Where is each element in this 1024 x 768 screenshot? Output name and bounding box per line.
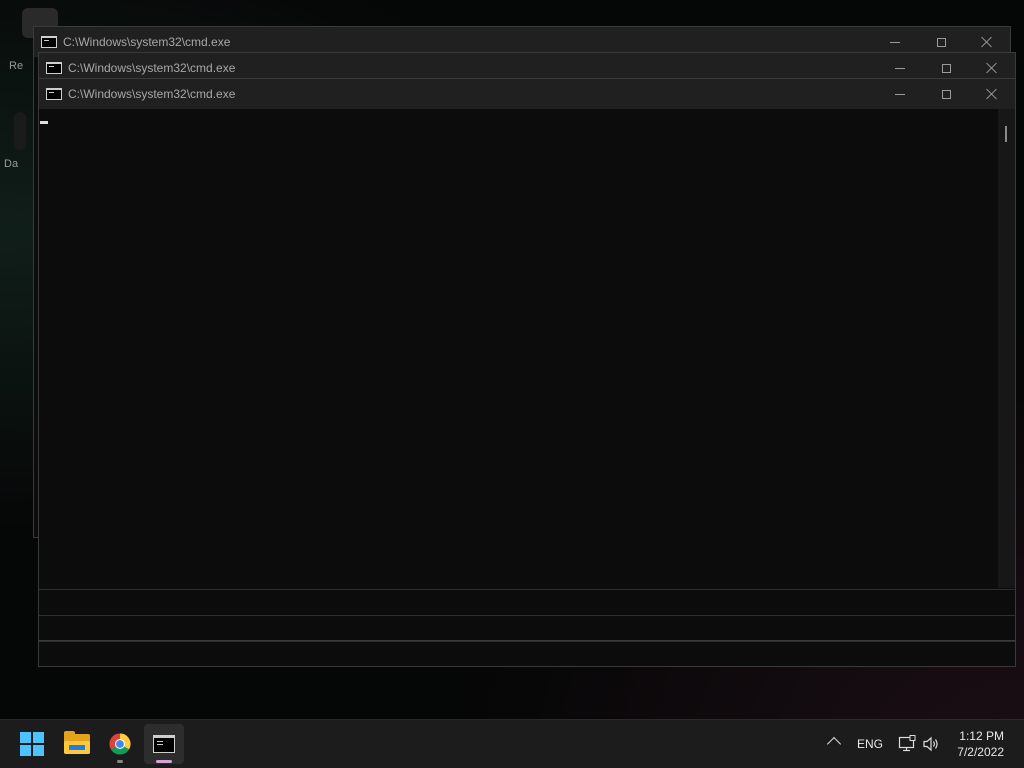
active-indicator xyxy=(156,760,172,763)
chrome-button[interactable] xyxy=(100,724,140,764)
cmd-icon xyxy=(46,62,62,74)
cmd-icon xyxy=(153,735,175,753)
maximize-icon xyxy=(941,89,951,99)
system-clock[interactable]: 1:12 PM 7/2/2022 xyxy=(957,728,1004,760)
minimize-icon xyxy=(890,41,900,43)
minimize-icon xyxy=(895,93,905,95)
windows-logo-icon xyxy=(20,732,44,756)
scrollbar-thumb[interactable] xyxy=(1005,126,1007,142)
text-cursor xyxy=(40,121,48,124)
close-button[interactable] xyxy=(969,79,1015,109)
command-prompt-button[interactable] xyxy=(144,724,184,764)
window-title: C:\Windows\system32\cmd.exe xyxy=(63,35,231,49)
maximize-button[interactable] xyxy=(923,79,969,109)
start-button[interactable] xyxy=(12,724,52,764)
minimize-icon xyxy=(895,67,905,69)
minimize-button[interactable] xyxy=(877,79,923,109)
chevron-up-icon[interactable] xyxy=(826,736,842,752)
window-title: C:\Windows\system32\cmd.exe xyxy=(68,61,236,75)
window-divider xyxy=(39,641,1015,642)
running-indicator xyxy=(117,760,123,763)
file-explorer-button[interactable] xyxy=(57,724,97,764)
maximize-icon xyxy=(941,63,951,73)
cmd-icon xyxy=(41,36,57,48)
window-titlebar[interactable]: C:\Windows\system32\cmd.exe xyxy=(39,79,1015,109)
window-title: C:\Windows\system32\cmd.exe xyxy=(68,87,236,101)
volume-icon[interactable] xyxy=(922,735,940,753)
console-output-area[interactable] xyxy=(39,109,1015,640)
cmd-window-front[interactable]: C:\Windows\system32\cmd.exe xyxy=(38,78,1016,641)
clock-date: 7/2/2022 xyxy=(957,745,1004,759)
clock-time: 1:12 PM xyxy=(959,729,1004,743)
vertical-scrollbar[interactable] xyxy=(998,109,1015,588)
desktop-icon-label-recycle-bin: Re xyxy=(9,60,24,72)
network-icon[interactable] xyxy=(898,735,916,753)
maximize-icon xyxy=(936,37,946,47)
close-icon xyxy=(981,36,993,48)
input-language-indicator[interactable]: ENG xyxy=(857,737,883,751)
desktop-icon-label-app: Da xyxy=(4,158,19,170)
close-icon xyxy=(986,88,998,100)
taskbar: ENG 1:12 PM 7/2/2022 xyxy=(0,719,1024,768)
cmd-icon xyxy=(46,88,62,100)
desktop-app-icon[interactable] xyxy=(14,112,26,150)
console-divider xyxy=(39,615,1015,616)
folder-icon xyxy=(64,731,90,754)
close-icon xyxy=(986,62,998,74)
console-divider xyxy=(39,589,1015,590)
chrome-icon xyxy=(109,733,131,755)
